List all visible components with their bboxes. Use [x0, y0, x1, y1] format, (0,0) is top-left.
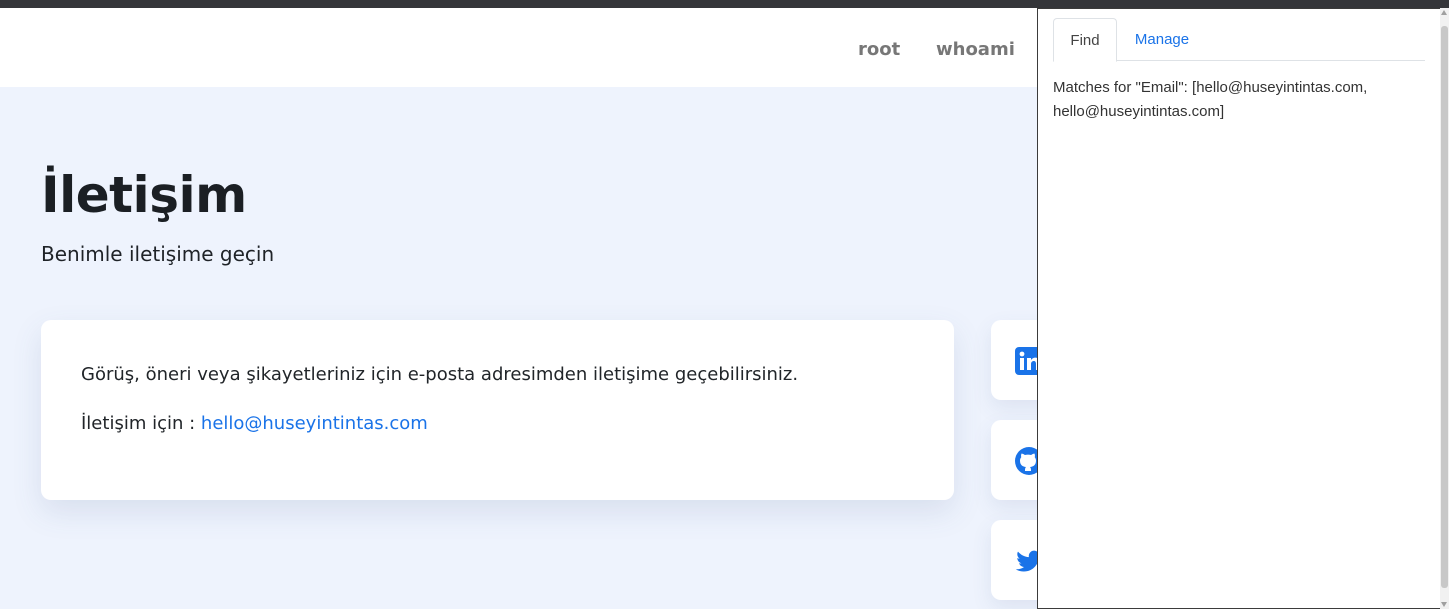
- contact-card: Görüş, öneri veya şikayetleriniz için e-…: [41, 320, 954, 500]
- scrollbar[interactable]: [1440, 8, 1449, 609]
- contact-line: İletişim için : hello@huseyintintas.com: [81, 412, 428, 436]
- scroll-down-arrow-icon[interactable]: [1441, 602, 1447, 607]
- page-subtitle: Benimle iletişime geçin: [41, 242, 275, 266]
- matches-result-text: Matches for "Email": [hello@huseyintinta…: [1053, 79, 1368, 120]
- contact-message: Görüş, öneri veya şikayetleriniz için e-…: [81, 364, 799, 385]
- contact-prefix: İletişim için :: [81, 413, 201, 434]
- email-link[interactable]: hello@huseyintintas.com: [201, 413, 428, 434]
- scroll-up-arrow-icon[interactable]: [1441, 10, 1447, 15]
- tab-find[interactable]: Find: [1053, 18, 1117, 62]
- nav-link-whoami[interactable]: whoami: [936, 39, 1015, 61]
- tab-manage[interactable]: Manage: [1119, 18, 1205, 61]
- nav-link-root[interactable]: root: [858, 39, 900, 61]
- page-title: İletişim: [41, 166, 247, 224]
- browser-top-strip: [0, 0, 1449, 8]
- tab-bar: Find Manage: [1053, 18, 1425, 62]
- extension-popup: Find Manage Matches for "Email": [hello@…: [1037, 8, 1440, 609]
- scroll-thumb[interactable]: [1441, 26, 1448, 588]
